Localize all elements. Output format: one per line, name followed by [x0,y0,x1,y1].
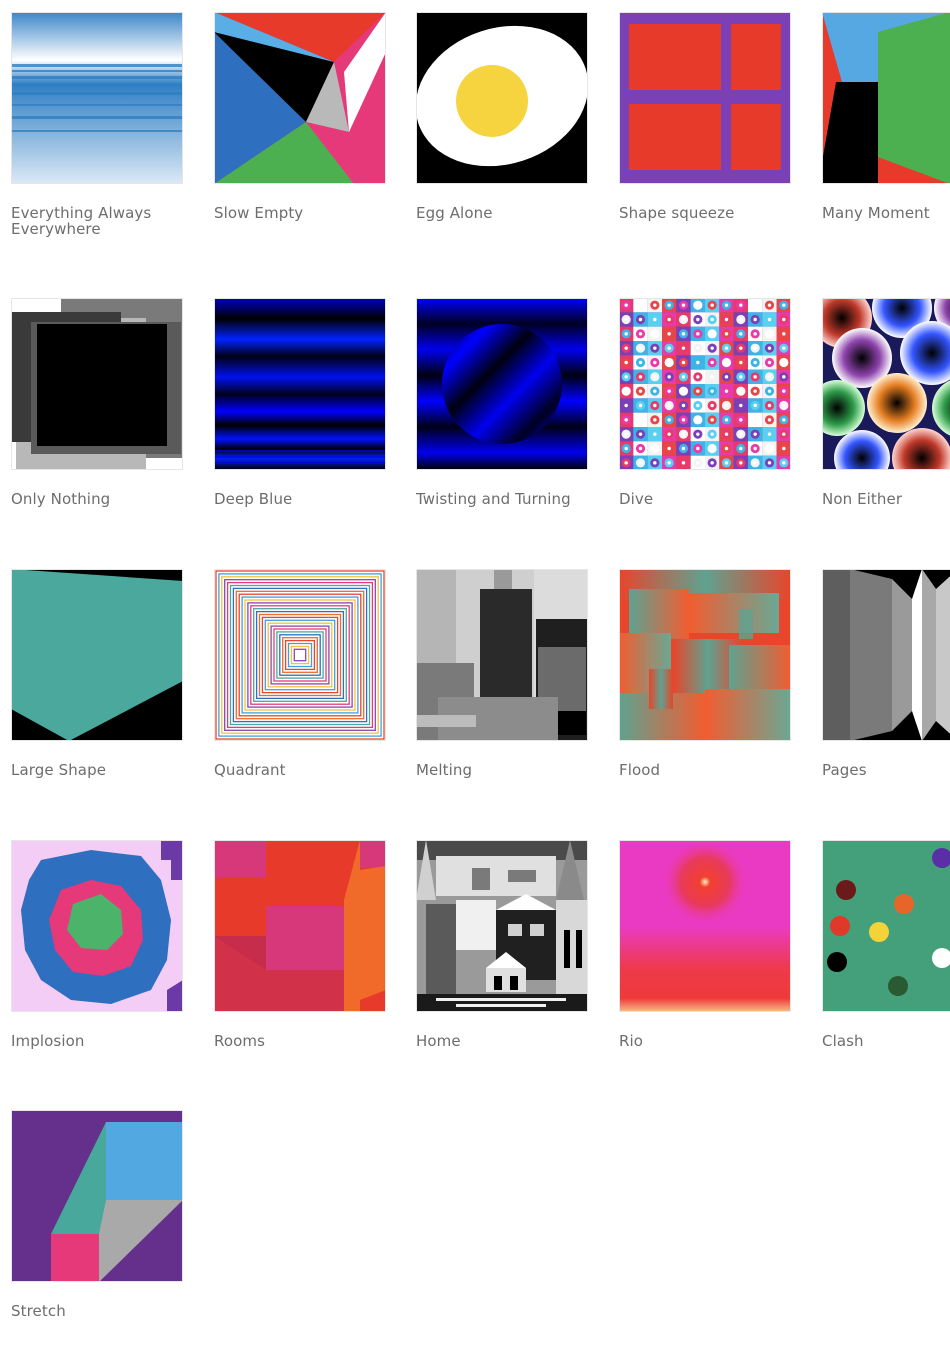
artwork-image [416,12,588,184]
artwork-card-twisting-and-turning[interactable]: Twisting and Turning [416,298,588,507]
artwork-title[interactable]: Rio [619,1033,791,1049]
artwork-image [11,1110,183,1282]
artwork-thumbnail[interactable] [416,840,588,1012]
artwork-card-only-nothing[interactable]: Only Nothing [11,298,183,507]
artwork-card-flood[interactable]: Flood [619,569,791,778]
artwork-thumbnail[interactable] [416,12,588,184]
artwork-card-everything-always-everywhere[interactable]: Everything Always Everywhere [11,12,183,237]
artwork-card-stretch[interactable]: Stretch [11,1110,183,1319]
artwork-title[interactable]: Melting [416,762,588,778]
artwork-card-non-either[interactable]: Non Either [822,298,950,507]
artwork-card-rooms[interactable]: Rooms [214,840,386,1049]
artwork-title[interactable]: Shape squeeze [619,205,791,221]
artwork-title[interactable]: Pages [822,762,950,778]
artwork-thumbnail[interactable] [619,12,791,184]
artwork-thumbnail[interactable] [11,12,183,184]
artwork-image [619,840,791,1012]
artwork-card-large-shape[interactable]: Large Shape [11,569,183,778]
artwork-thumbnail[interactable] [822,569,950,741]
artwork-image [214,569,386,741]
artwork-image [11,298,183,470]
artwork-title[interactable]: Only Nothing [11,491,183,507]
artwork-image [822,840,950,1012]
artwork-title[interactable]: Rooms [214,1033,386,1049]
artwork-thumbnail[interactable] [822,298,950,470]
artwork-thumbnail[interactable] [416,569,588,741]
artwork-image [416,840,588,1012]
artwork-title[interactable]: Non Either [822,491,950,507]
artwork-card-deep-blue[interactable]: Deep Blue [214,298,386,507]
artwork-card-shape-squeeze[interactable]: Shape squeeze [619,12,791,221]
artwork-image [214,298,386,470]
artwork-title[interactable]: Stretch [11,1303,183,1319]
artwork-image [822,12,950,184]
artwork-thumbnail[interactable] [822,12,950,184]
artwork-title[interactable]: Implosion [11,1033,183,1049]
artwork-card-slow-empty[interactable]: Slow Empty [214,12,386,221]
artwork-title[interactable]: Flood [619,762,791,778]
artwork-title[interactable]: Clash [822,1033,950,1049]
artwork-title[interactable]: Many Moment [822,205,950,221]
artwork-card-pages[interactable]: Pages [822,569,950,778]
artwork-title[interactable]: Deep Blue [214,491,386,507]
artwork-thumbnail[interactable] [619,569,791,741]
artwork-card-egg-alone[interactable]: Egg Alone [416,12,588,221]
artwork-thumbnail[interactable] [214,12,386,184]
artwork-thumbnail[interactable] [214,298,386,470]
artwork-image [416,569,588,741]
artwork-image [822,298,950,470]
artwork-title[interactable]: Large Shape [11,762,183,778]
artwork-title[interactable]: Slow Empty [214,205,386,221]
artwork-card-implosion[interactable]: Implosion [11,840,183,1049]
artwork-title[interactable]: Everything Always Everywhere [11,205,183,237]
artwork-card-rio[interactable]: Rio [619,840,791,1049]
artwork-title[interactable]: Home [416,1033,588,1049]
artwork-image [619,298,791,470]
artwork-image [214,12,386,184]
artwork-card-melting[interactable]: Melting [416,569,588,778]
artwork-card-dive[interactable]: Dive [619,298,791,507]
artwork-title[interactable]: Quadrant [214,762,386,778]
artwork-thumbnail[interactable] [214,569,386,741]
artwork-image [619,12,791,184]
artwork-image [619,569,791,741]
artwork-title[interactable]: Dive [619,491,791,507]
artwork-card-home[interactable]: Home [416,840,588,1049]
artwork-thumbnail[interactable] [11,298,183,470]
artwork-image [416,298,588,470]
artwork-title[interactable]: Egg Alone [416,205,588,221]
artwork-card-clash[interactable]: Clash [822,840,950,1049]
artwork-thumbnail[interactable] [619,840,791,1012]
artwork-thumbnail[interactable] [619,298,791,470]
artwork-gallery: Everything Always Everywhere Slow Empty [0,0,950,1348]
artwork-card-quadrant[interactable]: Quadrant [214,569,386,778]
artwork-image [214,840,386,1012]
artwork-thumbnail[interactable] [11,1110,183,1282]
artwork-image [11,569,183,741]
artwork-thumbnail[interactable] [822,840,950,1012]
artwork-title[interactable]: Twisting and Turning [416,491,588,507]
artwork-image [11,12,183,184]
artwork-thumbnail[interactable] [416,298,588,470]
artwork-thumbnail[interactable] [11,840,183,1012]
artwork-image [11,840,183,1012]
artwork-image [822,569,950,741]
artwork-thumbnail[interactable] [214,840,386,1012]
artwork-card-many-moment[interactable]: Many Moment [822,12,950,221]
artwork-thumbnail[interactable] [11,569,183,741]
